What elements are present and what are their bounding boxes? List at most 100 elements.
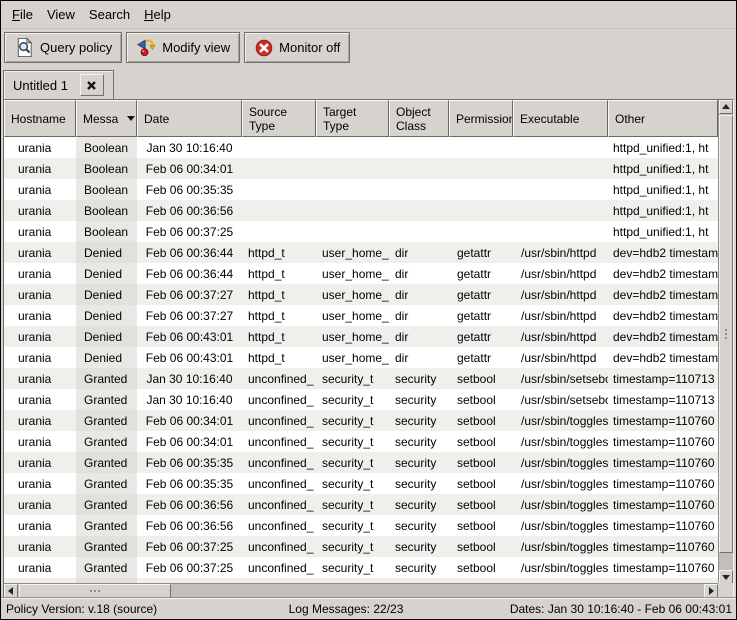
column-header-executable[interactable]: Executable xyxy=(513,100,608,137)
menu-view[interactable]: View xyxy=(40,4,82,25)
cell-other: timestamp=110760 xyxy=(608,557,718,578)
log-row[interactable]: uraniaGrantedFeb 06 00:37:25unconfined_s… xyxy=(4,557,718,578)
cell-permission: getattr xyxy=(449,326,513,347)
log-row[interactable]: uraniaGrantedFeb 06 00:35:35unconfined_s… xyxy=(4,473,718,494)
cell-message: Boolean xyxy=(76,200,137,221)
log-row[interactable]: uraniaGrantedFeb 06 00:35:35unconfined_s… xyxy=(4,452,718,473)
query-policy-button[interactable]: Query policy xyxy=(4,32,122,63)
cell-other: httpd_unified:1, ht xyxy=(608,179,718,200)
column-header-label: Source Type xyxy=(249,105,287,133)
cell-object-class: security xyxy=(389,515,449,536)
scroll-left-button[interactable] xyxy=(4,584,18,598)
cell-hostname: urania xyxy=(4,179,76,200)
cell-object-class xyxy=(389,221,449,242)
monitor-off-icon xyxy=(254,38,274,58)
log-row[interactable]: uraniaBooleanFeb 06 00:35:35httpd_unifie… xyxy=(4,179,718,200)
log-row[interactable]: uraniaDeniedFeb 06 00:36:44httpd_tuser_h… xyxy=(4,242,718,263)
log-row[interactable]: uraniaBooleanJan 30 10:16:40httpd_unifie… xyxy=(4,137,718,158)
log-row[interactable]: uraniaGrantedFeb 06 00:36:56unconfined_s… xyxy=(4,515,718,536)
cell-message: Granted xyxy=(76,557,137,578)
cell-source-type xyxy=(242,221,316,242)
cell-hostname: urania xyxy=(4,452,76,473)
log-row[interactable]: uraniaDeniedFeb 06 00:37:27httpd_tuser_h… xyxy=(4,284,718,305)
cell-permission: setbool xyxy=(449,536,513,557)
log-row[interactable]: uraniaGrantedJan 30 10:16:40unconfined_s… xyxy=(4,368,718,389)
cell-date: Feb 06 00:36:44 xyxy=(137,242,242,263)
cell-executable: /usr/sbin/togglese xyxy=(513,494,608,515)
cell-source-type: httpd_t xyxy=(242,284,316,305)
column-header-hostname[interactable]: Hostname xyxy=(4,100,76,137)
cell-target-type: user_home_ xyxy=(316,305,389,326)
vertical-scroll-thumb[interactable] xyxy=(719,115,733,553)
log-row[interactable]: uraniaGrantedJan 30 10:16:40unconfined_s… xyxy=(4,389,718,410)
cell-date: Feb 06 00:37:25 xyxy=(137,536,242,557)
log-row[interactable]: uraniaGrantedFeb 06 00:36:56unconfined_s… xyxy=(4,494,718,515)
log-row[interactable]: uraniaGrantedFeb 06 00:34:01unconfined_s… xyxy=(4,431,718,452)
cell-message: Denied xyxy=(76,305,137,326)
cell-target-type xyxy=(316,179,389,200)
column-header-object-class[interactable]: Object Class xyxy=(389,100,449,137)
log-row[interactable]: uraniaBooleanFeb 06 00:36:56httpd_unifie… xyxy=(4,200,718,221)
column-header-label: Executable xyxy=(520,112,579,126)
scroll-down-button[interactable] xyxy=(719,570,733,584)
log-row[interactable]: uraniaDeniedFeb 06 00:36:44httpd_tuser_h… xyxy=(4,263,718,284)
cell-executable: /usr/sbin/setsebo xyxy=(513,368,608,389)
column-header-source-type[interactable]: Source Type xyxy=(242,100,316,137)
cell-message: Granted xyxy=(76,536,137,557)
column-header-message[interactable]: Messa xyxy=(76,100,137,137)
cell-hostname: urania xyxy=(4,158,76,179)
log-row[interactable]: uraniaBooleanFeb 06 00:34:01httpd_unifie… xyxy=(4,158,718,179)
scroll-up-button[interactable] xyxy=(719,100,733,114)
cell-other: httpd_unified:1, ht xyxy=(608,137,718,158)
cell-message: Granted xyxy=(76,368,137,389)
cell-target-type: security_t xyxy=(316,536,389,557)
cell-target-type: user_home_ xyxy=(316,263,389,284)
cell-permission: getattr xyxy=(449,242,513,263)
log-row[interactable]: uraniaBooleanFeb 06 00:37:25httpd_unifie… xyxy=(4,221,718,242)
menu-search[interactable]: Search xyxy=(82,4,137,25)
cell-object-class xyxy=(389,179,449,200)
tab-close-button[interactable] xyxy=(80,74,104,96)
menu-file[interactable]: File xyxy=(5,4,40,25)
column-header-target-type[interactable]: Target Type xyxy=(316,100,389,137)
column-header-other[interactable]: Other xyxy=(608,100,718,137)
column-header-date[interactable]: Date xyxy=(137,100,242,137)
cell-target-type: security_t xyxy=(316,557,389,578)
cell-permission: setbool xyxy=(449,452,513,473)
toolbar: Query policy Modify view Monitor off xyxy=(1,29,736,66)
vertical-scrollbar[interactable] xyxy=(718,100,733,584)
log-row[interactable]: uraniaDeniedFeb 06 00:37:27httpd_tuser_h… xyxy=(4,305,718,326)
scroll-right-button[interactable] xyxy=(704,584,718,598)
log-row[interactable]: uraniaDeniedFeb 06 00:43:01httpd_tuser_h… xyxy=(4,326,718,347)
cell-permission: getattr xyxy=(449,284,513,305)
cell-date: Feb 06 00:43:01 xyxy=(137,347,242,368)
cell-object-class: dir xyxy=(389,284,449,305)
menu-help[interactable]: Help xyxy=(137,4,178,25)
cell-source-type: httpd_t xyxy=(242,347,316,368)
cell-other: timestamp=110760 xyxy=(608,410,718,431)
tab-untitled-1[interactable]: Untitled 1 xyxy=(3,70,114,99)
policy-version-status: Policy Version: v.18 (source) xyxy=(1,602,157,616)
column-header-permission[interactable]: Permission xyxy=(449,100,513,137)
cell-target-type: security_t xyxy=(316,368,389,389)
cell-message: Boolean xyxy=(76,221,137,242)
horizontal-scrollbar[interactable] xyxy=(4,583,718,598)
log-row[interactable]: uraniaGrantedFeb 06 00:34:01unconfined_s… xyxy=(4,410,718,431)
cell-executable: /usr/sbin/setsebo xyxy=(513,389,608,410)
cell-hostname: urania xyxy=(4,221,76,242)
cell-date: Feb 06 00:36:56 xyxy=(137,494,242,515)
cell-object-class xyxy=(389,158,449,179)
cell-source-type: unconfined_ xyxy=(242,515,316,536)
monitor-off-button[interactable]: Monitor off xyxy=(244,32,350,63)
cell-date: Feb 06 00:35:35 xyxy=(137,179,242,200)
cell-permission: setbool xyxy=(449,494,513,515)
cell-date: Feb 06 00:35:35 xyxy=(137,473,242,494)
log-row[interactable]: uraniaDeniedFeb 06 00:43:01httpd_tuser_h… xyxy=(4,347,718,368)
horizontal-scroll-thumb[interactable] xyxy=(19,584,171,598)
cell-permission: setbool xyxy=(449,515,513,536)
log-row[interactable]: uraniaGrantedFeb 06 00:37:25unconfined_s… xyxy=(4,536,718,557)
cell-hostname: urania xyxy=(4,347,76,368)
modify-view-button[interactable]: Modify view xyxy=(126,32,240,63)
cell-source-type xyxy=(242,200,316,221)
cell-hostname: urania xyxy=(4,326,76,347)
